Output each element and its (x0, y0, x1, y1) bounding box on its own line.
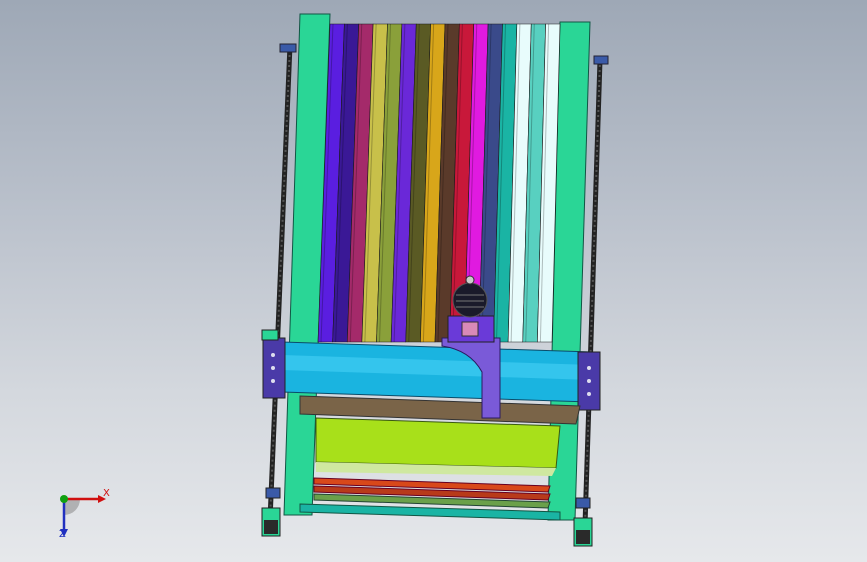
colored-strip-group (317, 23, 561, 343)
spindle-top-knob (465, 275, 475, 285)
foot-right-shadow (576, 530, 590, 544)
foot-left-shadow (264, 520, 278, 534)
cad-viewport[interactable]: X Z (0, 0, 867, 562)
z-axis-label: Z (59, 529, 66, 540)
top-cap-left (279, 43, 297, 53)
spindle-motor[interactable] (452, 282, 488, 318)
lower-rails (299, 477, 561, 521)
bracket-left-low (265, 487, 281, 499)
spindle-nose (461, 321, 479, 337)
bracket-right-low (575, 497, 591, 509)
work-bed[interactable] (315, 417, 561, 469)
cnc-machine-model[interactable] (0, 0, 867, 562)
orientation-triad[interactable]: X Z (50, 485, 110, 545)
bracket-left-mid (261, 329, 279, 341)
x-axis-label: X (103, 488, 110, 499)
top-cap-right (593, 55, 609, 65)
